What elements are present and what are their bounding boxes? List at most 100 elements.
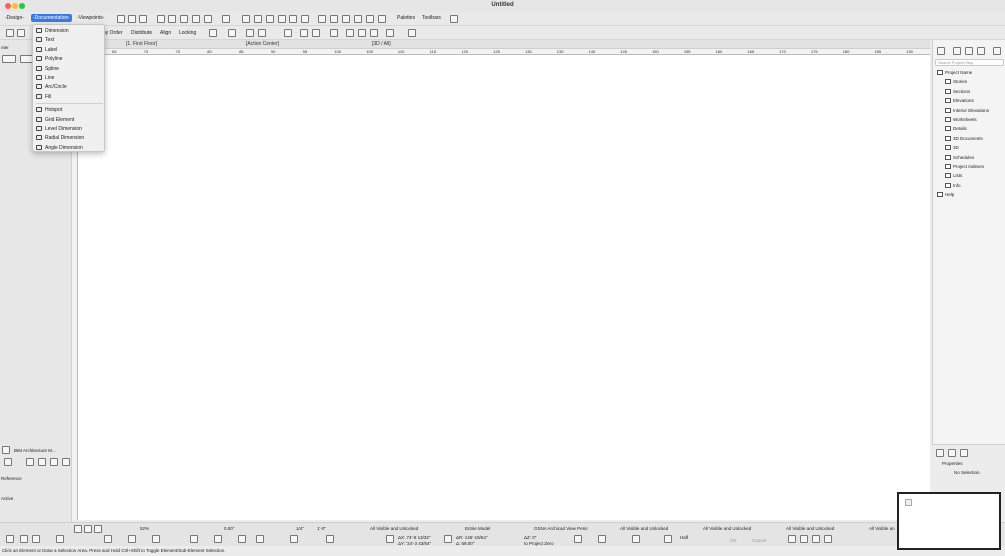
zoom-fit-icon[interactable] xyxy=(84,525,92,533)
tracing-icon[interactable] xyxy=(378,15,386,23)
scale-value[interactable]: 1/4" xyxy=(296,526,304,531)
menu-item-grid-element[interactable]: Grid Element xyxy=(36,116,103,125)
trash-icon[interactable] xyxy=(408,29,416,37)
locking-menu[interactable]: Locking xyxy=(179,30,196,36)
menu-item-label[interactable]: Label xyxy=(36,46,103,55)
half-option[interactable]: Half xyxy=(680,535,688,540)
snap-icon[interactable] xyxy=(300,29,308,37)
publisher-icon[interactable] xyxy=(977,47,985,55)
menu-item-radial-dimension[interactable]: Radial Dimension xyxy=(36,134,103,143)
dimension-value[interactable]: 1'-0" xyxy=(317,526,326,531)
drawing-canvas[interactable] xyxy=(78,55,930,520)
navigator-preview[interactable] xyxy=(897,492,1001,550)
floor-plan-icon[interactable] xyxy=(318,15,326,23)
layer-combination-5[interactable]: All Visible an xyxy=(869,526,895,531)
menu-item-arc-circle[interactable]: Arc/Circle xyxy=(36,83,103,92)
print-icon[interactable] xyxy=(139,15,147,23)
magic-wand-icon[interactable] xyxy=(246,29,254,37)
menu-item-hotspot[interactable]: Hotspot xyxy=(36,106,103,115)
toolbars-menu-button[interactable]: Toolbars xyxy=(422,15,441,21)
menu-item-polyline[interactable]: Polyline xyxy=(36,55,103,64)
tool-1-icon[interactable] xyxy=(4,458,12,466)
layers-icon[interactable] xyxy=(289,15,297,23)
layout-book-icon[interactable] xyxy=(965,47,973,55)
guide-line-icon[interactable] xyxy=(574,535,582,543)
palettes-menu-button[interactable]: Palettes xyxy=(397,15,415,21)
distribute-menu[interactable]: Distribute xyxy=(131,30,152,36)
navigator-item[interactable]: Elevations xyxy=(945,96,974,105)
object-tool-icon[interactable] xyxy=(128,535,136,543)
stair-tool-icon[interactable] xyxy=(104,535,112,543)
lock-icon-2[interactable] xyxy=(444,535,452,543)
favorites-icon[interactable] xyxy=(242,15,250,23)
navigator-item[interactable]: 3D Documents xyxy=(945,134,983,143)
navigator-item[interactable]: Lists xyxy=(945,171,962,180)
worksheet-tool-icon[interactable] xyxy=(290,535,298,543)
wall-tool-icon[interactable] xyxy=(20,535,28,543)
menu-icon[interactable] xyxy=(6,535,14,543)
suspend-groups-icon[interactable] xyxy=(228,29,236,37)
viewpoints-menu-button[interactable]: -Viewpoints- xyxy=(77,15,104,21)
zoom-value[interactable]: 52% xyxy=(140,526,149,531)
tab-first-floor[interactable]: [1. First Floor] xyxy=(126,41,157,48)
align-top-icon[interactable] xyxy=(168,15,176,23)
display-icon[interactable] xyxy=(450,15,458,23)
save-icon[interactable] xyxy=(117,15,125,23)
tab-action-center[interactable]: [Action Center] xyxy=(246,41,279,48)
project-map-icon[interactable] xyxy=(937,47,945,55)
navigator-item[interactable]: 3D xyxy=(945,143,959,152)
navigator-item[interactable]: Interior Elevations xyxy=(945,106,989,115)
display-order-menu[interactable]: ay Order xyxy=(103,30,122,36)
group-icon[interactable] xyxy=(192,15,200,23)
layer-combination-3[interactable]: All Visible and Unlocked xyxy=(703,526,751,531)
navigator-item[interactable]: Info xyxy=(945,181,961,190)
trim-icon[interactable] xyxy=(812,535,820,543)
section-tool-icon[interactable] xyxy=(238,535,246,543)
3d-icon[interactable] xyxy=(354,15,362,23)
zoom-out-icon[interactable] xyxy=(74,525,82,533)
tool-3-icon[interactable] xyxy=(38,458,46,466)
section-icon[interactable] xyxy=(330,15,338,23)
align-middle-icon[interactable] xyxy=(180,15,188,23)
building-icon[interactable] xyxy=(254,15,262,23)
model-view[interactable]: Entire Model xyxy=(465,526,490,531)
select-icon[interactable] xyxy=(222,15,230,23)
navigator-options-icon[interactable] xyxy=(993,47,1001,55)
split-icon[interactable] xyxy=(788,535,796,543)
tool-4-icon[interactable] xyxy=(50,458,58,466)
check-icon[interactable] xyxy=(598,535,606,543)
detail-tool-icon[interactable] xyxy=(256,535,264,543)
to-project-zero[interactable]: to Project Zero xyxy=(524,541,554,546)
marquee-tool-icon[interactable] xyxy=(214,535,222,543)
chart-icon[interactable] xyxy=(386,29,394,37)
adjust-icon[interactable] xyxy=(800,535,808,543)
elevation-icon[interactable] xyxy=(342,15,350,23)
rotate-icon[interactable] xyxy=(17,29,25,37)
ruler-icon[interactable] xyxy=(370,29,378,37)
table-icon[interactable] xyxy=(266,15,274,23)
hash-grid-icon[interactable] xyxy=(284,29,292,37)
tool-2-icon[interactable] xyxy=(26,458,34,466)
measure-icon[interactable] xyxy=(358,29,366,37)
properties-settings-icon[interactable] xyxy=(936,449,944,457)
tab-3d-all[interactable]: [3D / All] xyxy=(372,41,391,48)
select-tool-icon[interactable] xyxy=(190,535,198,543)
checkmark-icon[interactable] xyxy=(330,29,338,37)
fit-icon[interactable] xyxy=(157,15,165,23)
copy-icon[interactable] xyxy=(632,535,640,543)
menu-item-text[interactable]: Text xyxy=(36,36,103,45)
delete-icon[interactable] xyxy=(960,449,968,457)
guide-icon[interactable] xyxy=(346,29,354,37)
properties-list-icon[interactable] xyxy=(948,449,956,457)
layer-combination-1[interactable]: All Visible and Unlocked xyxy=(370,526,418,531)
navigator-item[interactable]: Schedules xyxy=(945,153,974,162)
navigator-item[interactable]: Sections xyxy=(945,87,970,96)
preview-viewport[interactable] xyxy=(905,499,912,506)
pencil-icon[interactable] xyxy=(258,29,266,37)
schedule-icon[interactable] xyxy=(366,15,374,23)
zoom-in-icon[interactable] xyxy=(94,525,102,533)
navigator-item[interactable]: Stories xyxy=(945,77,967,86)
navigator-item[interactable]: Help xyxy=(937,190,954,199)
design-menu-button[interactable]: -Design- xyxy=(5,15,24,21)
offset-icon[interactable] xyxy=(824,535,832,543)
